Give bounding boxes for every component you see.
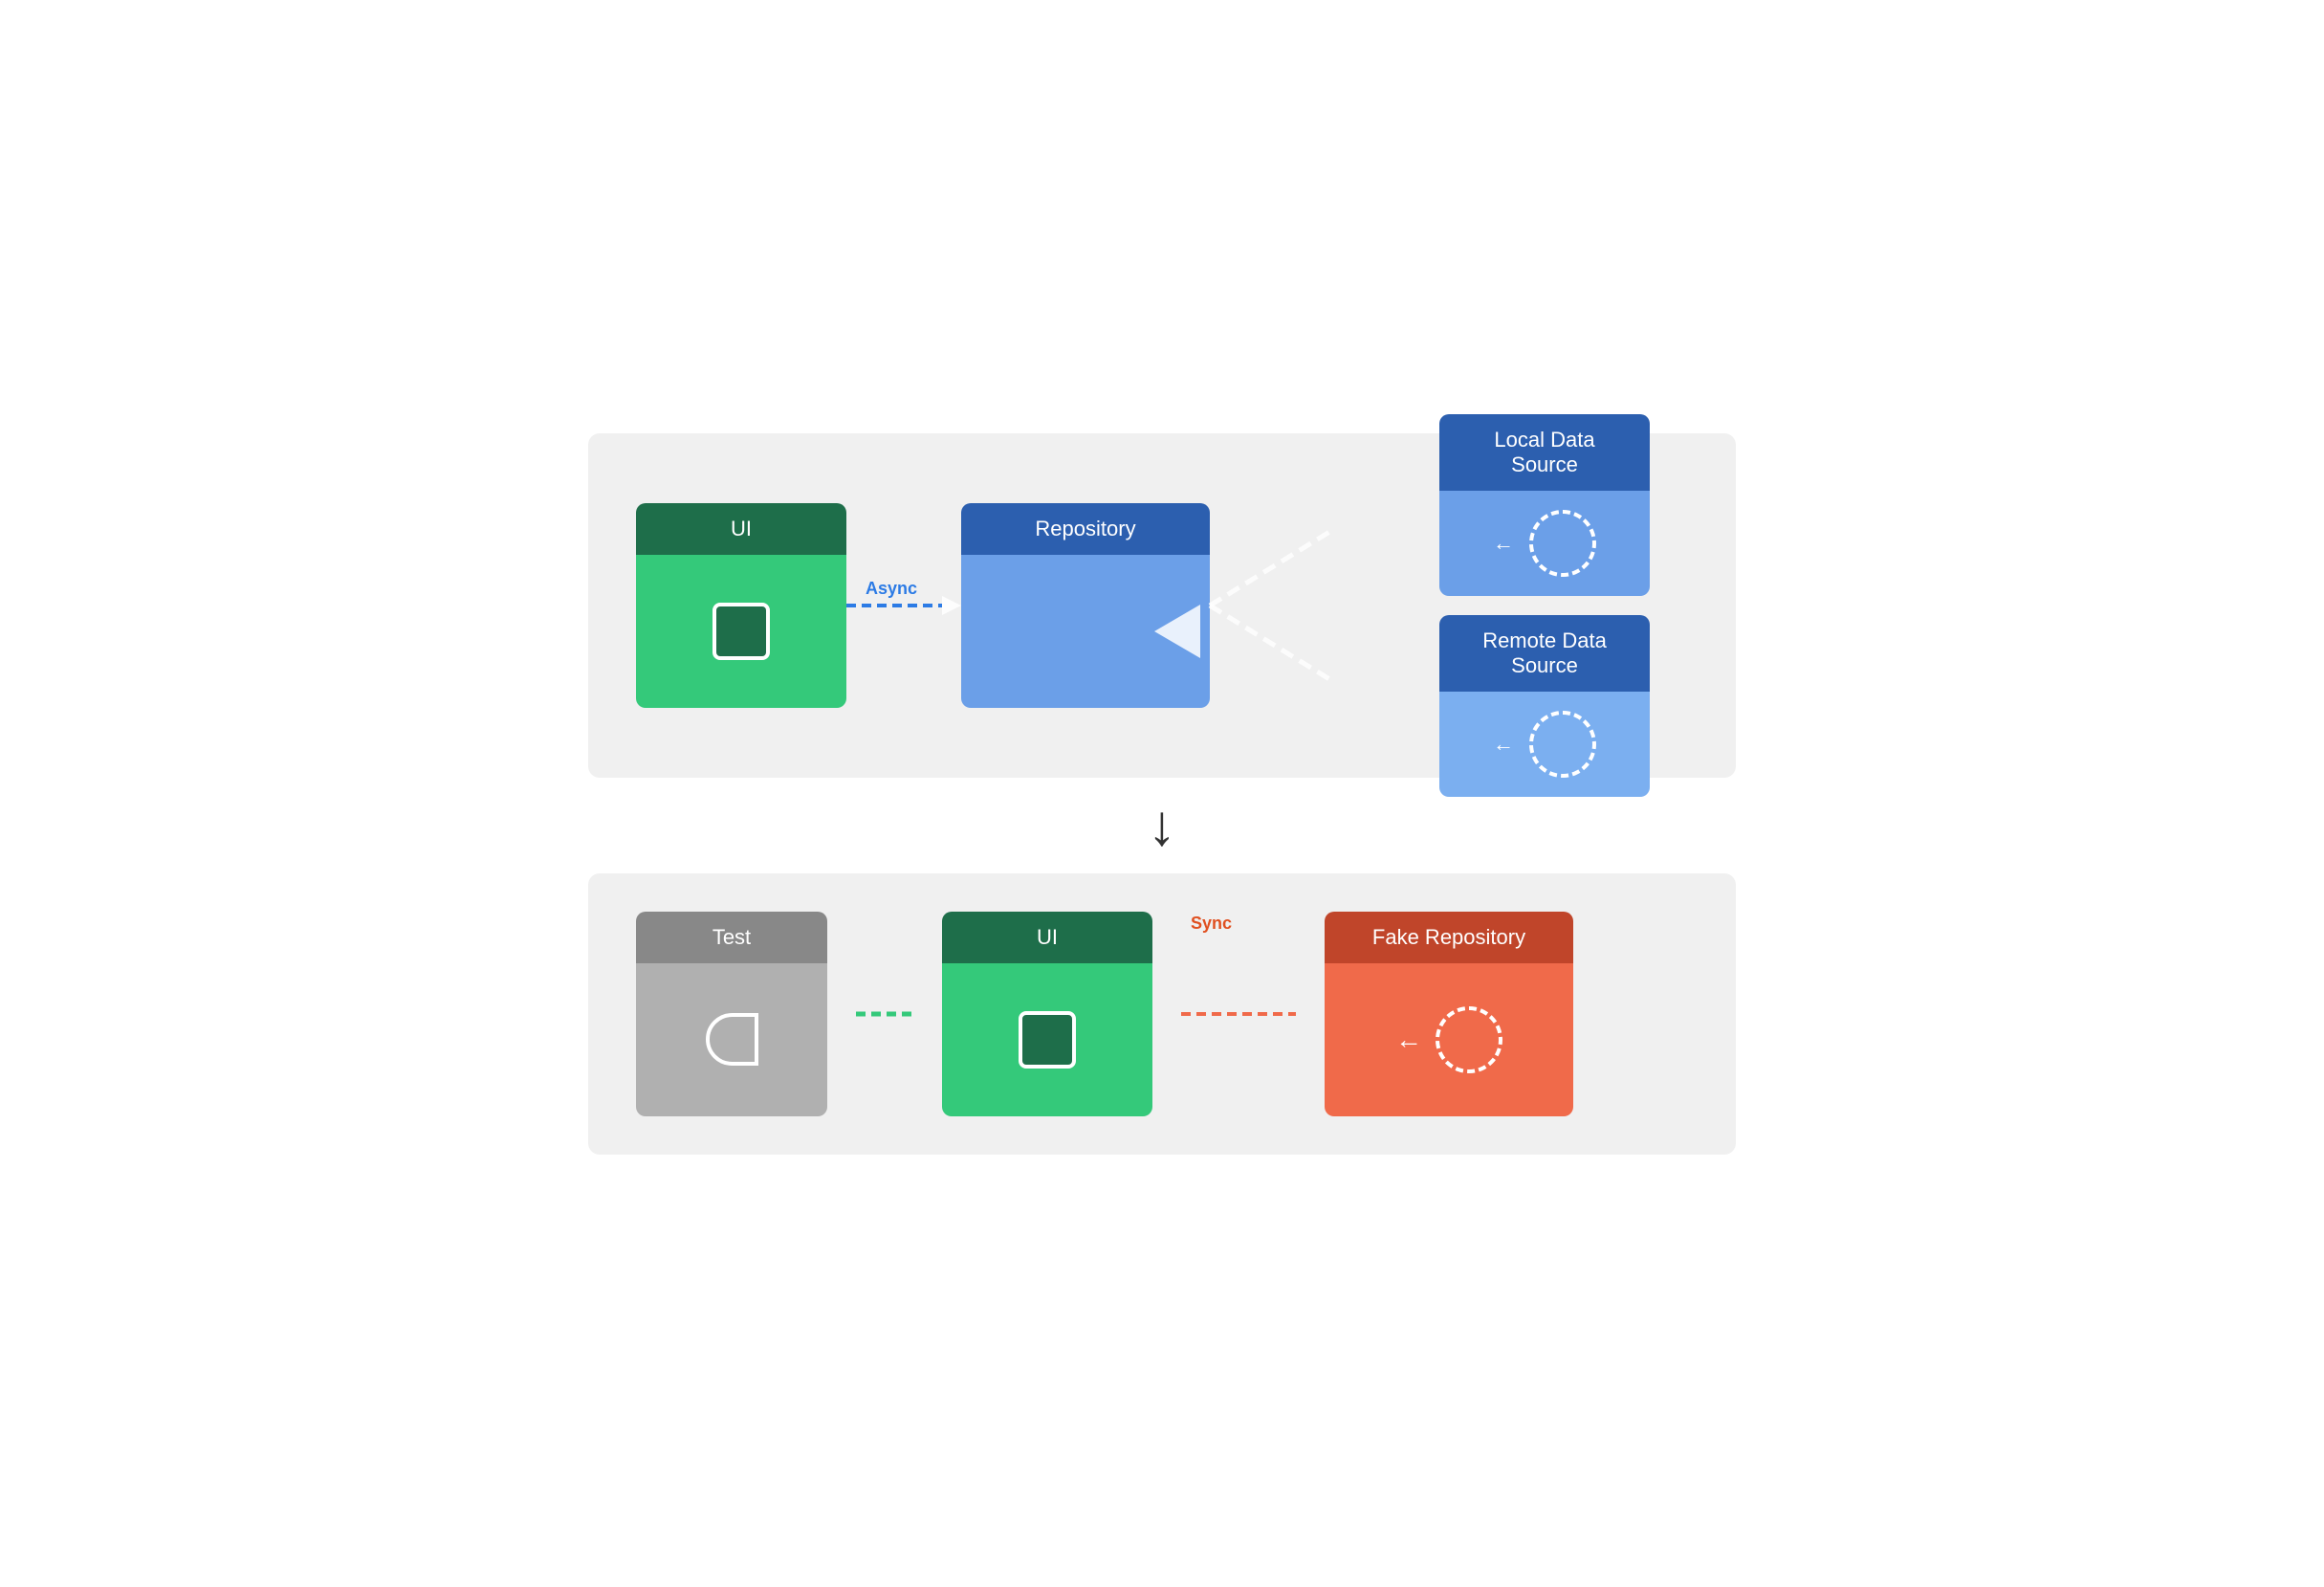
repo-block: Repository (961, 503, 1210, 708)
arrow-down-symbol: ↓ (1148, 793, 1176, 857)
remote-ds-label: Remote Data Source (1482, 628, 1607, 677)
test-block-header: Test (636, 912, 827, 963)
top-diagram-panel: UI Async Repository (588, 433, 1736, 778)
fake-repo-circle (1436, 1006, 1502, 1073)
test-to-ui-line (856, 1004, 913, 1024)
fake-repo-arrow: ← (1395, 1025, 1422, 1055)
test-label: Test (713, 925, 751, 949)
local-ds-label: Local Data Source (1494, 428, 1594, 476)
repo-label: Repository (1035, 517, 1135, 540)
ui-square-icon (713, 603, 770, 660)
ui-block-bottom-body (942, 963, 1152, 1116)
test-block-body (636, 963, 827, 1116)
local-ds-header: Local Data Source (1439, 414, 1650, 491)
remote-ds-header: Remote Data Source (1439, 615, 1650, 692)
async-label: Async (866, 579, 917, 599)
fake-repo-block: Fake Repository ← (1325, 912, 1573, 1116)
ui-block-header: UI (636, 503, 846, 555)
sync-line-svg (1181, 985, 1296, 1043)
repo-block-body (961, 555, 1210, 708)
remote-ds-circle (1529, 711, 1596, 778)
branch-lines-svg (1210, 472, 1478, 739)
down-arrow: ↓ (1148, 778, 1176, 873)
test-block: Test (636, 912, 827, 1116)
test-half-circle (706, 1013, 758, 1066)
ui-square-icon-bottom (1019, 1011, 1076, 1069)
ui-block-bottom-header: UI (942, 912, 1152, 963)
repo-block-header: Repository (961, 503, 1210, 555)
local-ds-circle (1529, 510, 1596, 577)
main-container: UI Async Repository (588, 433, 1736, 1155)
ui-block-top: UI (636, 503, 846, 708)
bottom-diagram-layout: Test UI (636, 912, 1688, 1116)
top-diagram-layout: UI Async Repository (636, 472, 1688, 739)
fake-repo-header: Fake Repository (1325, 912, 1573, 963)
sync-label: Sync (1191, 914, 1232, 934)
ui-label-top: UI (731, 517, 752, 540)
remote-ds-block: Remote Data Source ← (1439, 615, 1650, 797)
local-ds-arrow: ← (1493, 531, 1514, 556)
local-ds-block: Local Data Source ← (1439, 414, 1650, 596)
remote-ds-body: ← (1439, 692, 1650, 797)
right-sources: Local Data Source ← Remote Data Source ← (1439, 414, 1650, 797)
ui-block-body (636, 555, 846, 708)
local-ds-body: ← (1439, 491, 1650, 596)
remote-ds-arrow: ← (1493, 732, 1514, 757)
fake-repo-body: ← (1325, 963, 1573, 1116)
bottom-diagram-panel: Test UI (588, 873, 1736, 1155)
fake-repo-label: Fake Repository (1372, 925, 1525, 949)
repo-triangle-icon (1154, 605, 1200, 658)
ui-label-bottom: UI (1037, 925, 1058, 949)
ui-block-bottom: UI (942, 912, 1152, 1116)
